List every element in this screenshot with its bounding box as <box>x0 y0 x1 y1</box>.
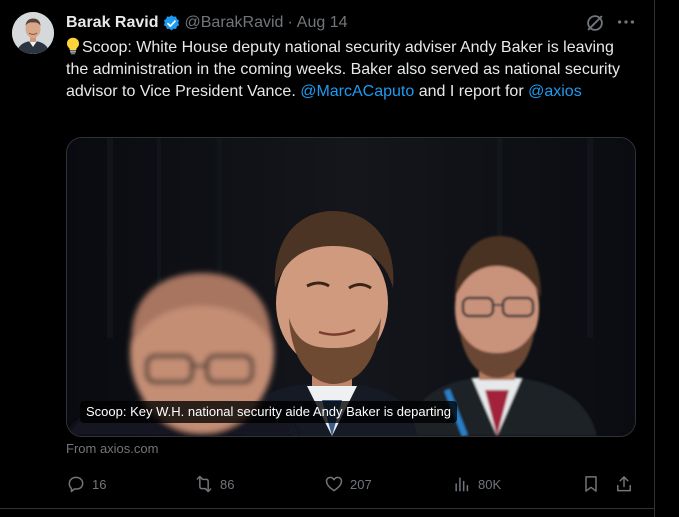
views-icon <box>455 477 469 492</box>
repost-icon <box>196 475 212 493</box>
tweet[interactable]: Barak Ravid @BarakRavid · Aug 14 Scoop: … <box>0 0 654 517</box>
author-handle[interactable]: @BarakRavid <box>185 14 284 32</box>
link-card[interactable]: Scoop: Key W.H. national security aide A… <box>66 137 636 437</box>
reply-icon <box>68 476 84 493</box>
mention-marcacaputo-link[interactable]: @MarcACaputo <box>300 83 414 100</box>
like-count: 207 <box>350 476 372 492</box>
more-icon[interactable] <box>615 11 637 33</box>
views-button[interactable]: 80K <box>452 472 501 496</box>
avatar[interactable] <box>12 12 54 54</box>
separator-dot: · <box>287 14 293 31</box>
mention-axios-link[interactable]: @axios <box>528 83 582 100</box>
like-button[interactable]: 207 <box>324 472 372 496</box>
card-photo <box>67 138 635 436</box>
lightbulb-icon <box>67 37 79 55</box>
action-bar: 16 86 207 80K <box>66 472 636 496</box>
repost-button[interactable]: 86 <box>194 472 234 496</box>
timeline-border-right <box>654 0 655 517</box>
bookmark-icon <box>585 476 597 492</box>
tweet-divider <box>0 508 654 509</box>
share-icon <box>617 476 631 492</box>
bookmark-button[interactable] <box>581 472 601 496</box>
verified-badge-icon <box>163 14 179 30</box>
reply-button[interactable]: 16 <box>66 472 106 496</box>
views-count: 80K <box>478 476 502 492</box>
post-body-text-2: and I report for <box>414 83 529 100</box>
avatar-image <box>12 12 54 54</box>
reply-count: 16 <box>92 476 107 492</box>
repost-count: 86 <box>220 476 235 492</box>
card-source[interactable]: From axios.com <box>66 441 158 456</box>
share-button[interactable] <box>614 472 634 496</box>
tweet-header: Barak Ravid @BarakRavid · Aug 14 <box>66 12 348 34</box>
post-date[interactable]: Aug 14 <box>297 14 348 32</box>
grok-icon[interactable] <box>584 12 606 34</box>
post-text: Scoop: White House deputy national secur… <box>66 37 636 103</box>
card-caption: Scoop: Key W.H. national security aide A… <box>80 401 457 423</box>
like-icon <box>325 476 343 492</box>
author-name[interactable]: Barak Ravid <box>66 14 159 32</box>
